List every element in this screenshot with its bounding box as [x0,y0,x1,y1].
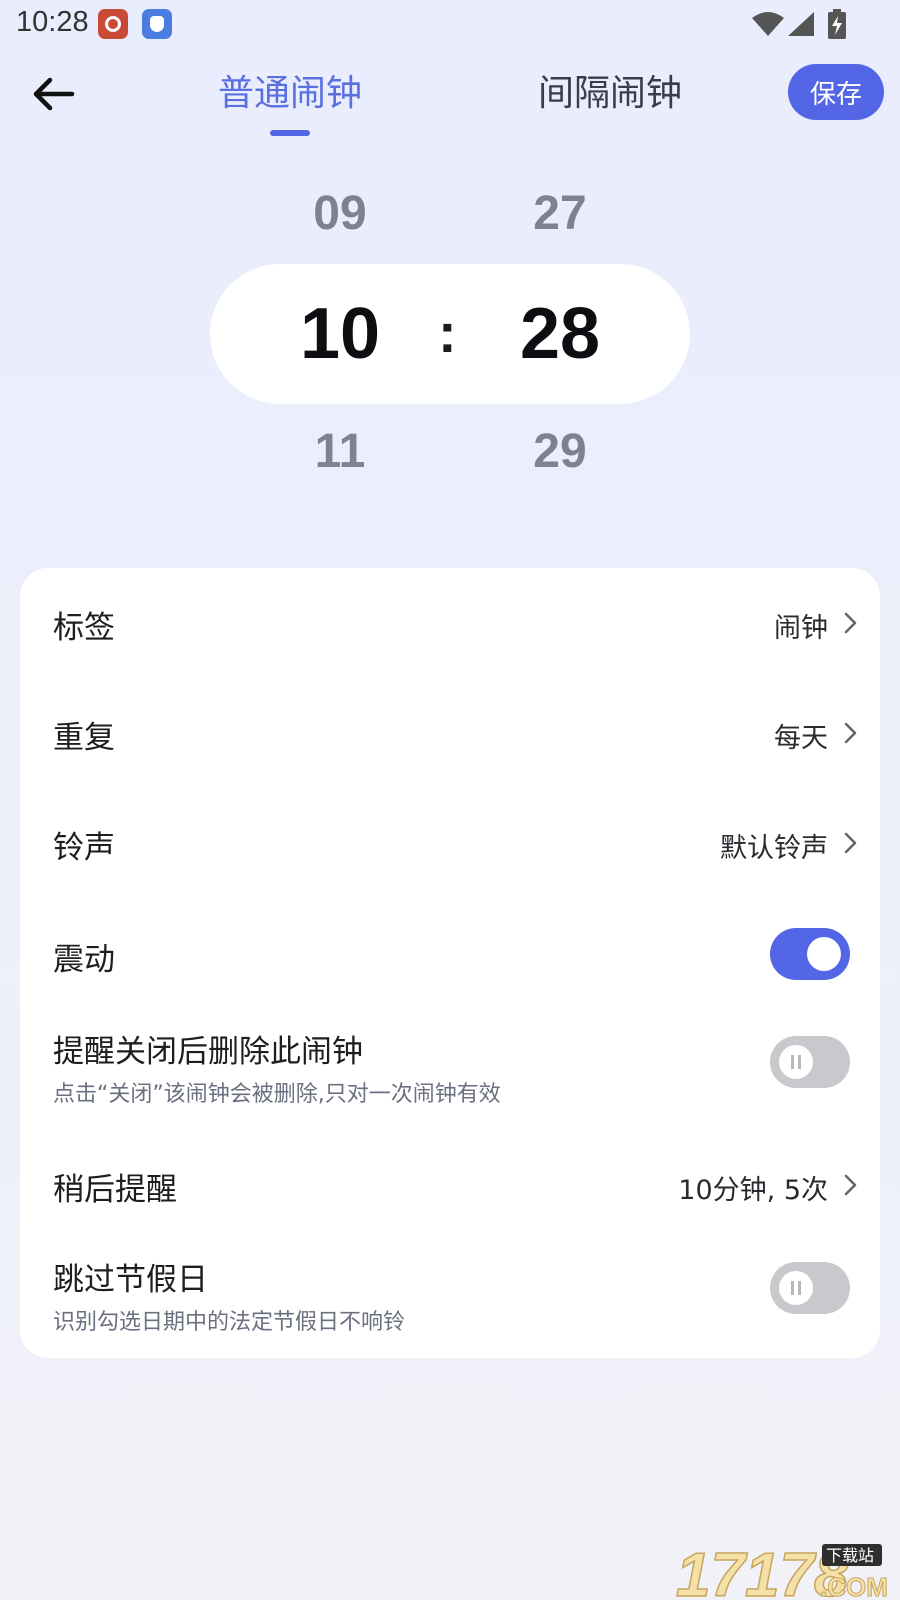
watermark-badge: 下载站 [826,1546,874,1565]
skip-holidays-subtitle: 识别勾选日期中的法定节假日不响铃 [53,1310,406,1335]
hour-option-prev[interactable]: 09 [280,186,400,241]
skip-holidays-title: 跳过节假日 [53,1262,208,1298]
toggle-knob [779,1045,813,1079]
time-separator: : [438,301,457,364]
minute-selected[interactable]: 28 [500,293,620,375]
setting-row-snooze[interactable]: 稍后提醒 10分钟, 5次 [20,1128,880,1238]
chevron-right-icon [844,722,857,744]
minute-option-prev[interactable]: 27 [500,186,620,241]
arrow-left-icon [33,77,75,111]
setting-row-repeat[interactable]: 重复 每天 [20,678,880,788]
tab-interval-alarm[interactable]: 间隔闹钟 [538,70,682,118]
setting-row-label[interactable]: 标签 闹钟 [20,568,880,678]
skip-holidays-toggle[interactable] [770,1262,850,1314]
status-time: 10:28 [16,6,89,38]
back-button[interactable] [26,70,82,118]
watermark-logo: 17178 下载站 .COM [676,1540,888,1600]
delete-after-toggle[interactable] [770,1036,850,1088]
alarm-settings-card: 标签 闹钟 重复 每天 铃声 默认铃声 震动 提醒关闭后删除此闹钟 点击“关闭”… [20,568,880,1358]
vibrate-title: 震动 [53,942,115,978]
bird-app-icon [142,9,172,39]
repeat-title: 重复 [53,720,115,756]
pause-icon [791,1055,794,1069]
minute-option-next[interactable]: 29 [500,424,620,479]
save-button[interactable]: 保存 [788,64,884,120]
chevron-right-icon [844,1174,857,1196]
setting-row-vibrate: 震动 [20,898,880,1008]
watermark-suffix: .COM [820,1572,888,1600]
ringtone-title: 铃声 [53,830,115,866]
snooze-title: 稍后提醒 [53,1172,177,1208]
chevron-right-icon [844,832,857,854]
hour-selected[interactable]: 10 [280,293,400,375]
pause-icon [791,1281,794,1295]
hour-option-next[interactable]: 11 [280,424,400,479]
snooze-value: 10分钟, 5次 [678,1175,828,1206]
signal-icon [788,12,814,36]
delete-after-title: 提醒关闭后删除此闹钟 [53,1034,363,1070]
chevron-right-icon [844,612,857,634]
active-tab-indicator [270,130,310,136]
repeat-value: 每天 [774,723,828,754]
setting-row-skip-holidays: 跳过节假日 识别勾选日期中的法定节假日不响铃 [20,1238,880,1358]
weibo-app-icon [98,9,128,39]
label-value: 闹钟 [774,613,828,644]
vibrate-toggle[interactable] [770,928,850,980]
toggle-knob [779,1271,813,1305]
wifi-icon [752,12,784,36]
ringtone-value: 默认铃声 [720,833,828,864]
status-bar: 10:28 [0,0,900,48]
setting-row-ringtone[interactable]: 铃声 默认铃声 [20,788,880,898]
setting-row-delete-after: 提醒关闭后删除此闹钟 点击“关闭”该闹钟会被删除,只对一次闹钟有效 [20,1008,880,1128]
delete-after-subtitle: 点击“关闭”该闹钟会被删除,只对一次闹钟有效 [53,1082,501,1107]
tab-normal-alarm[interactable]: 普通闹钟 [218,70,362,118]
label-title: 标签 [53,610,115,646]
toggle-knob [807,937,841,971]
battery-charging-icon [828,9,846,39]
